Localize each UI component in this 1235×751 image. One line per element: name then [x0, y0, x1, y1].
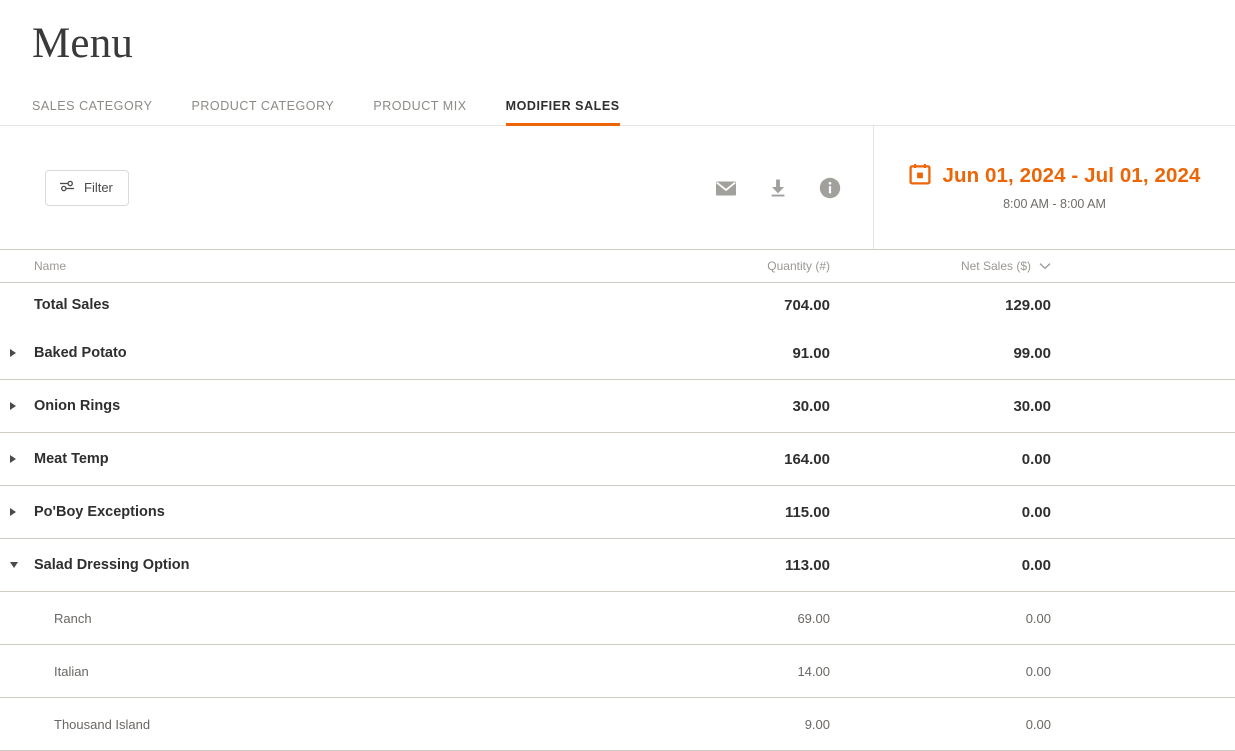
cell-net-sales: 0.00: [1025, 716, 1051, 732]
daterange-row[interactable]: Jun 01, 2024 - Jul 01, 2024: [908, 163, 1201, 190]
daterange-value: Jun 01, 2024 - Jul 01, 2024: [942, 164, 1201, 187]
page-header: Menu: [0, 0, 1235, 82]
column-header-net-sales-label: Net Sales ($): [960, 259, 1031, 273]
table-row[interactable]: Baked Potato 91.00 99.00: [0, 327, 1235, 380]
daterange-panel[interactable]: Jun 01, 2024 - Jul 01, 2024 8:00 AM - 8:…: [874, 126, 1235, 249]
row-label: Salad Dressing Option: [34, 557, 190, 573]
table-row[interactable]: Ranch 69.00 0.00: [0, 592, 1235, 645]
row-label: Total Sales: [34, 297, 110, 313]
triangle-right-icon: [10, 508, 16, 516]
row-label: Italian: [54, 663, 89, 679]
cell-quantity: 30.00: [792, 397, 830, 415]
tab-product-mix[interactable]: PRODUCT MIX: [373, 99, 466, 125]
collapse-triangle-icon[interactable]: [10, 562, 34, 568]
column-header-net-sales[interactable]: Net Sales ($): [830, 259, 1190, 273]
page-title: Menu: [32, 20, 134, 67]
filter-button[interactable]: Filter: [45, 169, 129, 206]
table-row[interactable]: Italian 14.00 0.00: [0, 645, 1235, 698]
toolbar-left: Filter: [0, 126, 874, 249]
modifier-sales-table: Name Quantity (#) Net Sales ($) Total Sa…: [0, 250, 1235, 751]
cell-name: Salad Dressing Option: [0, 557, 640, 573]
row-label: Meat Temp: [34, 451, 109, 467]
cell-quantity: 9.00: [804, 716, 830, 732]
cell-name: Onion Rings: [0, 398, 640, 414]
cell-quantity: 164.00: [784, 450, 830, 468]
triangle-right-icon: [10, 455, 16, 463]
tab-product-category[interactable]: PRODUCT CATEGORY: [191, 99, 334, 125]
table-body: Total Sales 704.00 129.00 Baked Potato 91.00…: [0, 283, 1235, 751]
row-label: Thousand Island: [54, 716, 151, 732]
triangle-right-icon: [10, 349, 16, 357]
cell-quantity: 91.00: [792, 344, 830, 362]
cell-name: Total Sales: [0, 297, 640, 313]
sliders-icon: [59, 179, 75, 196]
triangle-down-icon: [10, 562, 18, 568]
cell-name: Po'Boy Exceptions: [0, 504, 640, 520]
table-row[interactable]: Salad Dressing Option 113.00 0.00: [0, 539, 1235, 592]
cell-net-sales: 0.00: [1025, 610, 1051, 626]
cell-name: Thousand Island: [0, 717, 640, 732]
expand-triangle-icon[interactable]: [10, 455, 34, 463]
tab-modifier-sales[interactable]: MODIFIER SALES: [505, 99, 620, 126]
row-label: Onion Rings: [34, 398, 121, 414]
toolbar-actions: [714, 176, 842, 200]
download-icon[interactable]: [766, 176, 790, 200]
row-label: Po'Boy Exceptions: [34, 504, 165, 520]
toolbar: Filter Jun 01, 2024 - Jul 01, 2024 8:00 …: [0, 126, 1235, 250]
cell-net-sales: 0.00: [1021, 556, 1051, 574]
table-header-row: Name Quantity (#) Net Sales ($): [0, 250, 1235, 283]
info-icon[interactable]: [818, 176, 842, 200]
cell-net-sales: 0.00: [1021, 450, 1051, 468]
cell-name: Ranch: [0, 611, 640, 626]
row-label: Ranch: [54, 610, 92, 626]
cell-name: Italian: [0, 664, 640, 679]
cell-quantity: 115.00: [784, 503, 830, 521]
expand-triangle-icon[interactable]: [10, 349, 34, 357]
cell-net-sales: 129.00: [1005, 296, 1051, 314]
table-row: Total Sales 704.00 129.00: [0, 283, 1235, 327]
cell-quantity: 704.00: [784, 296, 830, 314]
expand-triangle-icon[interactable]: [10, 508, 34, 516]
cell-name: Meat Temp: [0, 451, 640, 467]
row-label: Baked Potato: [34, 345, 127, 361]
triangle-right-icon: [10, 402, 16, 410]
expand-triangle-icon[interactable]: [10, 402, 34, 410]
table-row[interactable]: Po'Boy Exceptions 115.00 0.00: [0, 486, 1235, 539]
tab-bar: SALES CATEGORY PRODUCT CATEGORY PRODUCT MI…: [0, 82, 1235, 126]
table-row[interactable]: Thousand Island 9.00 0.00: [0, 698, 1235, 751]
table-row[interactable]: Onion Rings 30.00 30.00: [0, 380, 1235, 433]
cell-quantity: 69.00: [797, 610, 830, 626]
filter-button-label: Filter: [84, 180, 113, 195]
cell-net-sales: 99.00: [1013, 344, 1051, 362]
calendar-icon: [908, 163, 931, 190]
cell-net-sales: 0.00: [1021, 503, 1051, 521]
cell-net-sales: 0.00: [1025, 663, 1051, 679]
email-icon[interactable]: [714, 176, 738, 200]
daterange-time: 8:00 AM - 8:00 AM: [1003, 196, 1106, 211]
cell-name: Baked Potato: [0, 345, 640, 361]
column-header-name[interactable]: Name: [0, 259, 640, 273]
table-row[interactable]: Meat Temp 164.00 0.00: [0, 433, 1235, 486]
tab-sales-category[interactable]: SALES CATEGORY: [32, 99, 152, 125]
chevron-down-icon[interactable]: [1039, 259, 1051, 273]
column-header-quantity[interactable]: Quantity (#): [640, 259, 830, 273]
cell-net-sales: 30.00: [1013, 397, 1051, 415]
cell-quantity: 14.00: [797, 663, 830, 679]
cell-quantity: 113.00: [784, 556, 830, 574]
